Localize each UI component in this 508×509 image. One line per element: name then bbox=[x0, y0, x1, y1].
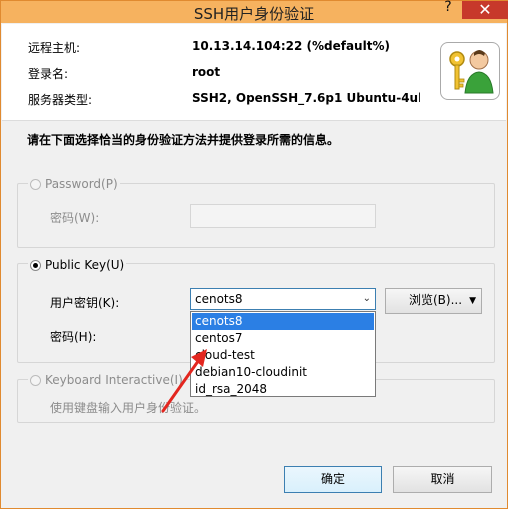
help-button[interactable]: ? bbox=[438, 0, 458, 19]
password-radio-button[interactable] bbox=[30, 178, 41, 190]
login-name-label: 登录名: bbox=[28, 67, 69, 81]
cancel-button[interactable]: 取消 bbox=[393, 466, 492, 493]
server-type-value: SSH2, OpenSSH_7.6p1 Ubuntu-4ubuntu bbox=[192, 91, 420, 105]
ssh-auth-dialog: SSH用户身份验证 ? ✕ 远程主机: 10.13.14.104:22 (%de… bbox=[0, 0, 508, 509]
public-key-radio-label: Public Key(U) bbox=[45, 258, 125, 272]
window-title: SSH用户身份验证 bbox=[193, 5, 315, 23]
key-passphrase-label: 密码(H): bbox=[50, 330, 97, 344]
instruction-text: 请在下面选择恰当的身份验证方法并提供登录所需的信息。 bbox=[27, 133, 340, 147]
user-key-label: 用户密钥(K): bbox=[50, 296, 120, 310]
password-radio-label: Password(P) bbox=[45, 177, 118, 191]
dropdown-arrow-icon[interactable]: ▼ bbox=[469, 290, 476, 313]
public-key-radio-button[interactable] bbox=[30, 259, 41, 271]
annotation-arrow-icon bbox=[161, 349, 207, 413]
connection-info-panel: 远程主机: 10.13.14.104:22 (%default%) 登录名: r… bbox=[2, 24, 506, 121]
chevron-down-icon[interactable]: ⌄ bbox=[363, 293, 371, 304]
keyboard-interactive-radio-button[interactable] bbox=[30, 374, 41, 386]
keys-user-icon bbox=[440, 42, 500, 100]
close-button[interactable]: ✕ bbox=[462, 1, 508, 19]
password-radio[interactable]: Password(P) bbox=[28, 177, 120, 191]
public-key-radio[interactable]: Public Key(U) bbox=[28, 258, 127, 272]
title-bar[interactable]: SSH用户身份验证 ? ✕ bbox=[1, 0, 508, 23]
login-name-value: root bbox=[192, 65, 221, 79]
ok-button[interactable]: 确定 bbox=[284, 466, 382, 493]
remote-host-label: 远程主机: bbox=[28, 41, 81, 55]
user-key-select[interactable]: cenots8 ⌄ bbox=[190, 288, 376, 310]
password-field-label: 密码(W): bbox=[50, 211, 100, 225]
server-type-label: 服务器类型: bbox=[28, 93, 93, 107]
password-field[interactable] bbox=[190, 204, 376, 228]
browse-button[interactable]: 浏览(B)... ▼ bbox=[385, 288, 482, 314]
remote-host-value: 10.13.14.104:22 (%default%) bbox=[192, 39, 390, 53]
browse-button-label: 浏览(B)... bbox=[409, 293, 463, 307]
dropdown-option[interactable]: cenots8 bbox=[192, 313, 374, 330]
user-key-selected-value: cenots8 bbox=[195, 292, 243, 306]
